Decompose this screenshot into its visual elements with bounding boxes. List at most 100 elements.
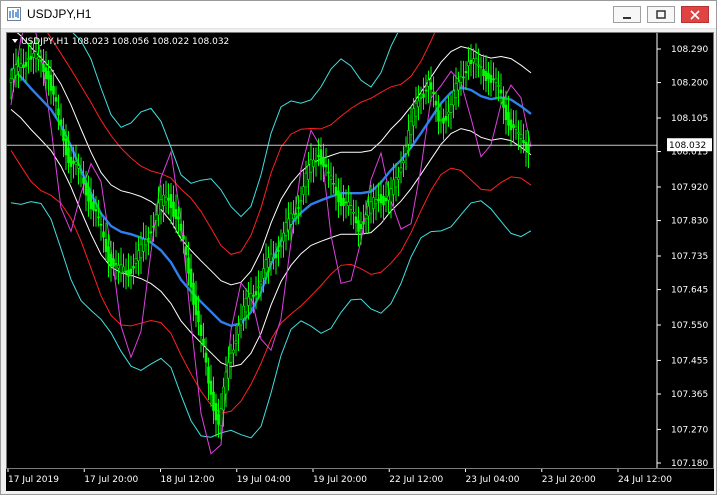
candle-body xyxy=(314,160,318,163)
candle-body xyxy=(337,190,340,203)
minimize-button[interactable] xyxy=(613,6,641,23)
candle-body xyxy=(149,231,153,234)
candle-body xyxy=(62,128,65,141)
minimize-icon xyxy=(623,16,631,19)
candle-body xyxy=(397,176,400,180)
chart-window: USDJPY,H1 108.290 108.200 108.105 108.015 10… xyxy=(0,0,717,495)
time-tick-label: 22 Jul 12:00 xyxy=(389,475,443,485)
candle-body xyxy=(517,132,520,135)
candle-body xyxy=(277,250,280,252)
time-tick-label: 17 Jul 2019 xyxy=(8,475,59,485)
collapse-arrow-icon[interactable] xyxy=(12,39,18,43)
candle-body xyxy=(159,199,163,210)
candle-body xyxy=(82,177,85,184)
price-tick-label: 107.270 xyxy=(671,425,708,435)
candle-body xyxy=(449,104,453,113)
candle-body xyxy=(42,63,45,73)
candle-body xyxy=(199,324,203,337)
candle-body xyxy=(187,257,190,274)
candle-body xyxy=(462,76,465,79)
candle-body xyxy=(322,156,325,167)
window-titlebar[interactable]: USDJPY,H1 xyxy=(1,1,716,29)
candle-body xyxy=(79,171,83,173)
candle-body xyxy=(317,154,320,158)
candle-body xyxy=(324,164,328,168)
price-tick-label: 108.105 xyxy=(671,114,708,124)
candle-body xyxy=(469,59,473,65)
candle-body xyxy=(47,71,50,80)
time-tick-label: 19 Jul 20:00 xyxy=(313,475,367,485)
candle-body xyxy=(304,172,308,188)
candle-body xyxy=(507,112,510,126)
candle-body xyxy=(487,72,490,80)
candle-body xyxy=(384,197,388,202)
candle-body xyxy=(464,71,468,74)
price-chart[interactable]: 108.290 108.200 108.105 108.015 107.920 107.8… xyxy=(6,0,714,469)
candle-body xyxy=(139,243,143,259)
candle-body xyxy=(154,214,158,221)
lower-cyan-band xyxy=(10,200,532,439)
candle-body xyxy=(237,325,240,335)
price-tick-label: 108.290 xyxy=(671,45,708,55)
candle-body xyxy=(437,110,440,122)
time-tick-label: 23 Jul 20:00 xyxy=(542,475,596,485)
candle-body xyxy=(274,253,278,259)
candle-body xyxy=(232,349,235,354)
candle-body xyxy=(202,338,205,346)
candle-body xyxy=(32,53,35,58)
candle-body xyxy=(157,202,160,216)
candle-body xyxy=(249,292,253,300)
candle-body xyxy=(284,222,288,236)
candle-body xyxy=(489,74,493,83)
candle-body xyxy=(64,138,68,156)
close-button[interactable] xyxy=(681,6,709,23)
maximize-icon xyxy=(656,9,666,19)
candle-body xyxy=(142,238,145,252)
candle-body xyxy=(34,51,38,59)
candle-body xyxy=(412,108,415,126)
candle-body xyxy=(417,100,420,108)
candle-body xyxy=(137,250,140,261)
candle-body xyxy=(424,89,428,92)
candle-body xyxy=(379,194,383,204)
candle-body xyxy=(264,259,268,274)
candle-body xyxy=(184,246,188,256)
candle-body xyxy=(267,257,270,268)
candle-body xyxy=(227,362,230,379)
candle-body xyxy=(9,78,13,83)
price-chart-canvas: 108.290108.200108.105108.015107.920107.8… xyxy=(7,0,712,469)
candle-body xyxy=(279,245,283,248)
candle-body xyxy=(217,414,220,425)
candle-body xyxy=(499,89,503,94)
candle-body xyxy=(329,175,333,180)
candle-body xyxy=(182,235,185,240)
price-tick-label: 107.365 xyxy=(671,390,708,400)
candle-body xyxy=(52,85,55,95)
candle-body xyxy=(292,214,295,220)
candle-body xyxy=(294,212,298,215)
candle-body xyxy=(244,298,248,313)
candle-body xyxy=(114,263,118,265)
candle-body xyxy=(299,200,303,203)
candle-body xyxy=(84,182,88,196)
maximize-button[interactable] xyxy=(647,6,675,23)
close-icon xyxy=(690,9,700,20)
candle-body xyxy=(107,246,110,262)
candle-body xyxy=(69,156,73,167)
candle-body xyxy=(392,179,395,195)
candle-body xyxy=(269,253,273,262)
candle-body xyxy=(192,282,195,305)
upper-red-band xyxy=(27,0,531,255)
candle-body xyxy=(87,188,90,202)
candle-body xyxy=(297,207,300,209)
candle-body xyxy=(367,205,370,217)
candle-body xyxy=(222,386,225,411)
candle-body xyxy=(197,310,200,323)
candle-body xyxy=(127,269,130,277)
candle-body xyxy=(452,90,455,106)
price-tick-label: 107.455 xyxy=(671,356,708,366)
candle-body xyxy=(399,167,403,173)
candle-body xyxy=(484,71,488,81)
candle-body xyxy=(252,294,255,297)
candle-body xyxy=(444,115,448,121)
